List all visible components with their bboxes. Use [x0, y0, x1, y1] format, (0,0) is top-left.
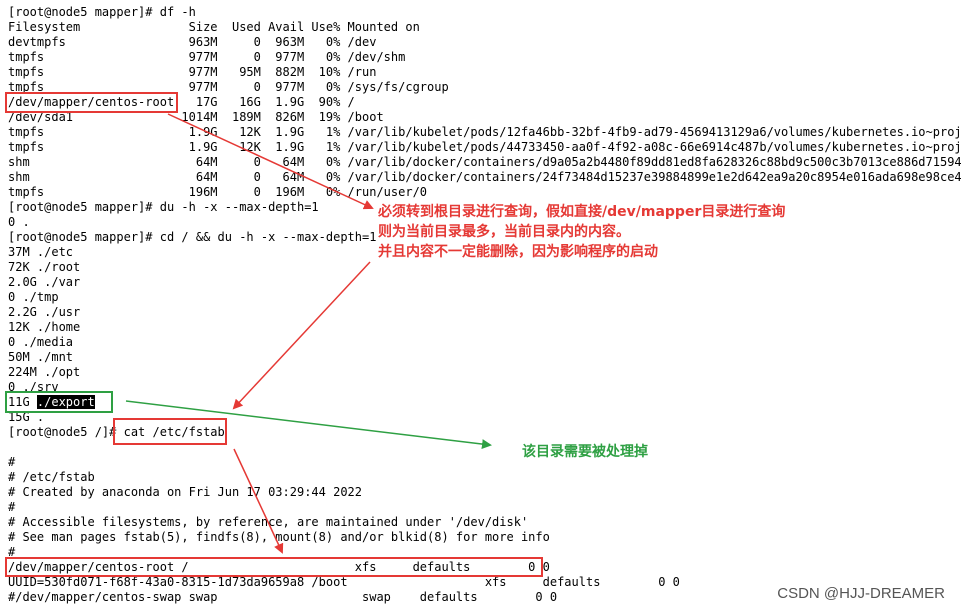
- arrow-to-export: [232, 261, 371, 410]
- arrow-to-fstab-entry: [233, 448, 284, 554]
- watermark: CSDN @HJJ-DREAMER: [777, 585, 945, 602]
- red-annotation-line-2: 则为当前目录最多，当前目录内的内容。: [378, 224, 630, 240]
- red-annotation-line-1: 必须转到根目录进行查询，假如直接/dev/mapper目录进行查询: [378, 204, 786, 220]
- arrow-to-note: [167, 113, 374, 210]
- annotation-arrows: [125, 113, 492, 554]
- green-annotation: 该目录需要被处理掉: [522, 444, 648, 460]
- red-annotation-line-3: 并且内容不一定能删除，因为影响程序的启动: [378, 244, 658, 260]
- arrow-to-green-note: [125, 400, 492, 450]
